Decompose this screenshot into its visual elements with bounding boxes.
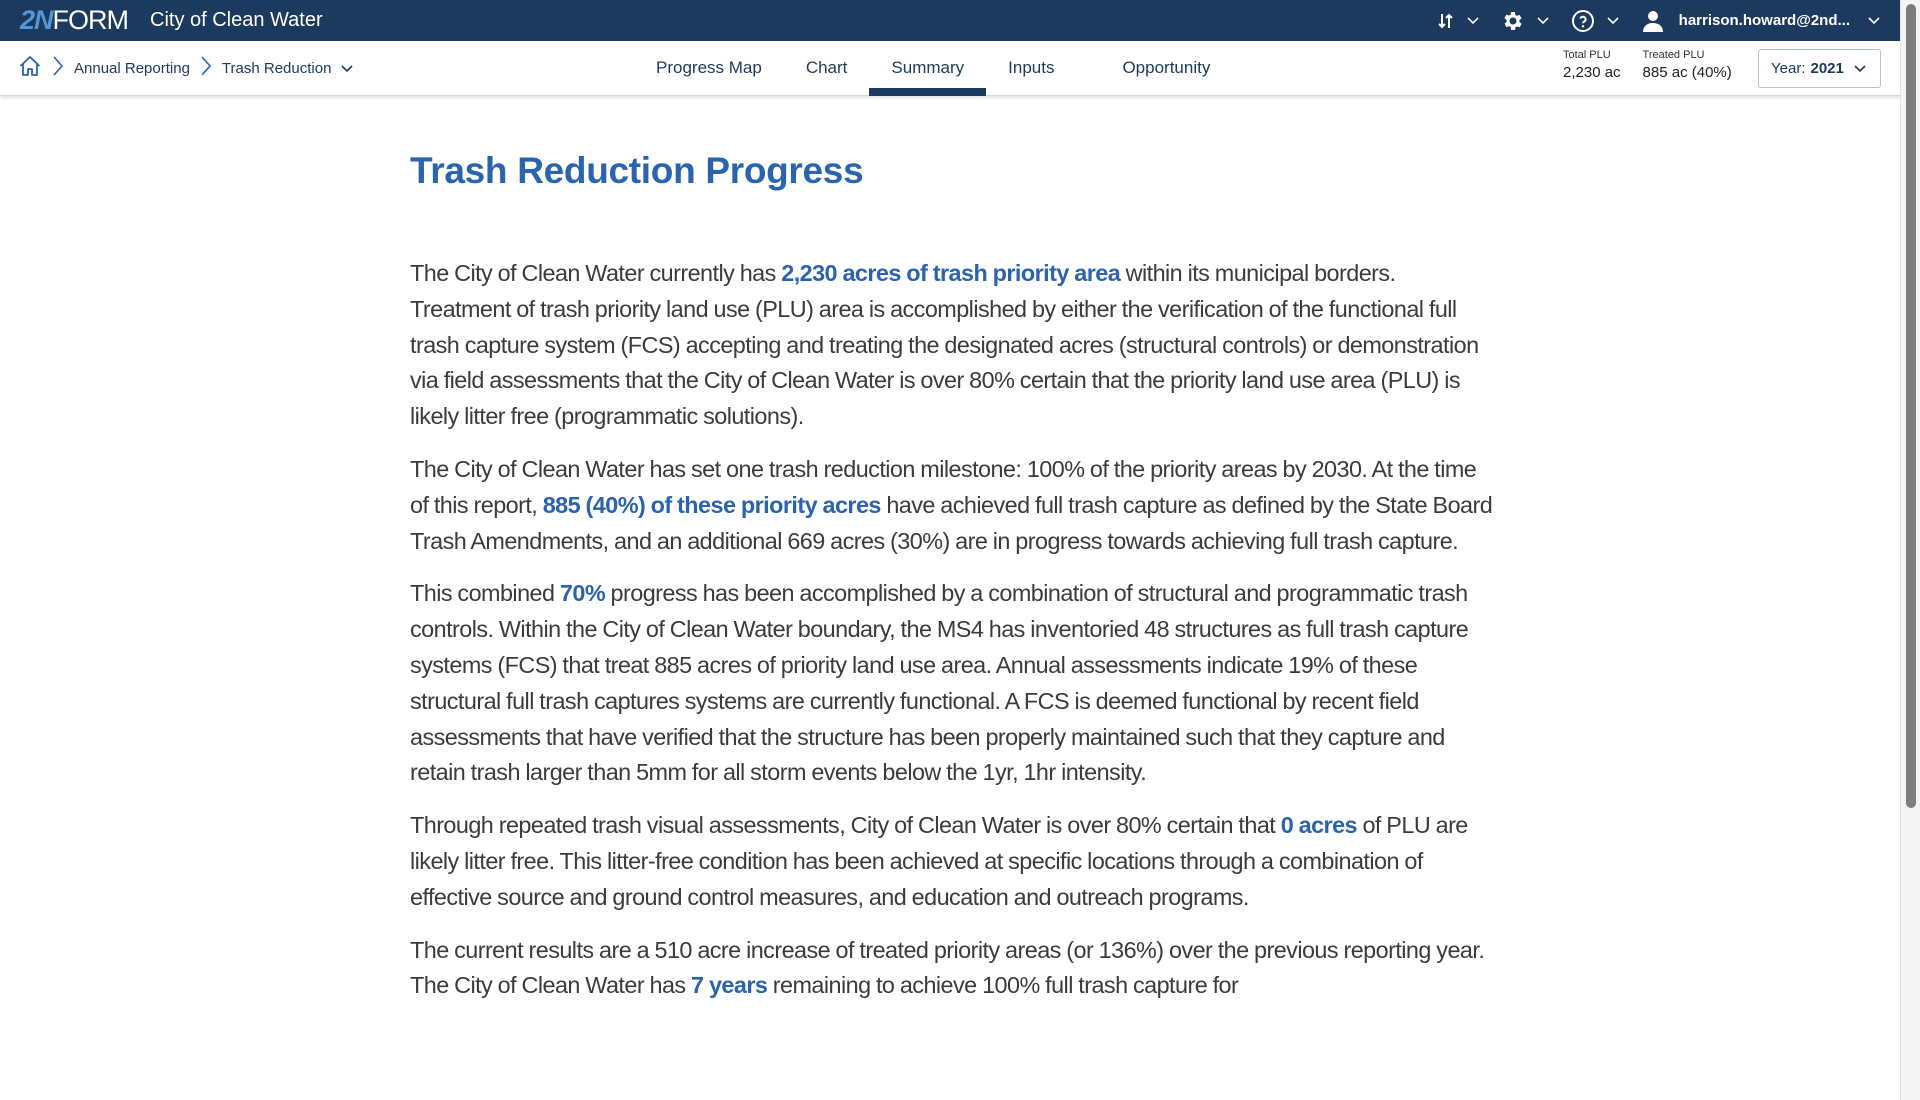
total-plu-stat: Total PLU 2,230 ac: [1563, 49, 1621, 81]
summary-paragraph: The current results are a 510 acre incre…: [410, 933, 1500, 1005]
summary-body: The City of Clean Water currently has 2,…: [410, 256, 1500, 1004]
top-app-bar: 2N FORM City of Clean Water harrison.how…: [0, 0, 1900, 41]
chevron-down-icon: [1607, 16, 1619, 25]
settings-menu-button[interactable]: [1501, 9, 1549, 33]
highlighted-value: 0 acres: [1280, 812, 1358, 839]
summary-paragraph: The City of Clean Water currently has 2,…: [410, 256, 1500, 435]
secondary-nav: Annual Reporting Trash Reduction Progres…: [0, 41, 1900, 96]
tab-progress-map[interactable]: Progress Map: [634, 41, 784, 96]
tab-chart[interactable]: Chart: [784, 41, 870, 96]
tab-summary[interactable]: Summary: [869, 41, 986, 96]
sort-arrows-icon: [1437, 12, 1455, 30]
tab-inputs[interactable]: Inputs: [986, 41, 1076, 96]
paragraph-text: This combined: [410, 580, 560, 607]
treated-plu-label: Treated PLU: [1642, 49, 1705, 61]
main-tabs: Progress Map Chart Summary Inputs Opport…: [634, 41, 1232, 96]
chevron-down-icon: [1844, 60, 1866, 77]
tab-opportunity[interactable]: Opportunity: [1100, 41, 1232, 96]
highlighted-value: 7 years: [691, 972, 768, 999]
plu-stats: Total PLU 2,230 ac Treated PLU 885 ac (4…: [1563, 49, 1754, 81]
logo-text: FORM: [52, 5, 129, 35]
vertical-scrollbar[interactable]: [1900, 0, 1920, 1100]
topbar-actions: harrison.howard@2nd...: [1415, 0, 1900, 41]
treated-plu-stat: Treated PLU 885 ac (40%): [1643, 49, 1732, 81]
chevron-down-icon: [1467, 16, 1479, 25]
logo[interactable]: 2N FORM: [20, 0, 129, 41]
chevron-down-icon: [1868, 16, 1880, 25]
chevron-down-icon: [1537, 16, 1549, 25]
chevron-right-icon: [200, 55, 212, 82]
breadcrumb: Annual Reporting Trash Reduction: [18, 41, 353, 96]
year-select-label: Year:: [1771, 60, 1806, 77]
treated-plu-value: 885 ac (40%): [1642, 64, 1732, 81]
chevron-right-icon: [52, 55, 64, 82]
total-plu-value: 2,230 ac: [1563, 64, 1621, 81]
summary-content: Trash Reduction Progress The City of Cle…: [410, 150, 1500, 1021]
summary-paragraph: The City of Clean Water has set one tras…: [410, 452, 1500, 559]
paragraph-text: remaining to achieve 100% full trash cap…: [767, 972, 1239, 999]
highlighted-value: 2,230 acres of trash priority area: [781, 260, 1121, 286]
sort-menu-button[interactable]: [1437, 12, 1479, 30]
year-select-value: 2021: [1810, 60, 1844, 77]
summary-paragraph: Through repeated trash visual assessment…: [410, 808, 1500, 915]
breadcrumb-trash-reduction[interactable]: Trash Reduction: [222, 60, 332, 77]
user-name: harrison.howard@2nd...: [1678, 12, 1850, 29]
page-title: Trash Reduction Progress: [410, 150, 864, 191]
home-icon[interactable]: [18, 54, 42, 83]
gear-icon: [1501, 9, 1525, 33]
breadcrumb-annual-reporting[interactable]: Annual Reporting: [74, 60, 190, 77]
year-select[interactable]: Year: 2021: [1758, 49, 1881, 88]
paragraph-text: Through repeated trash visual assessment…: [410, 812, 1281, 839]
user-menu-button[interactable]: harrison.howard@2nd...: [1641, 9, 1880, 33]
logo-mark: 2N: [20, 5, 54, 35]
highlighted-value: 70%: [559, 580, 606, 607]
highlighted-value: 885 (40%) of these priority acres: [542, 491, 882, 518]
chevron-down-icon[interactable]: [341, 60, 353, 78]
user-icon: [1641, 9, 1665, 33]
app-title: City of Clean Water: [150, 9, 323, 31]
scrollbar-thumb[interactable]: [1906, 4, 1916, 808]
paragraph-text: The City of Clean Water currently has: [410, 260, 782, 286]
summary-paragraph: This combined 70% progress has been acco…: [410, 576, 1500, 791]
paragraph-text: progress has been accomplished by a comb…: [410, 580, 1469, 786]
total-plu-label: Total PLU: [1563, 49, 1611, 61]
help-menu-button[interactable]: [1571, 9, 1619, 33]
help-circle-icon: [1571, 9, 1595, 33]
